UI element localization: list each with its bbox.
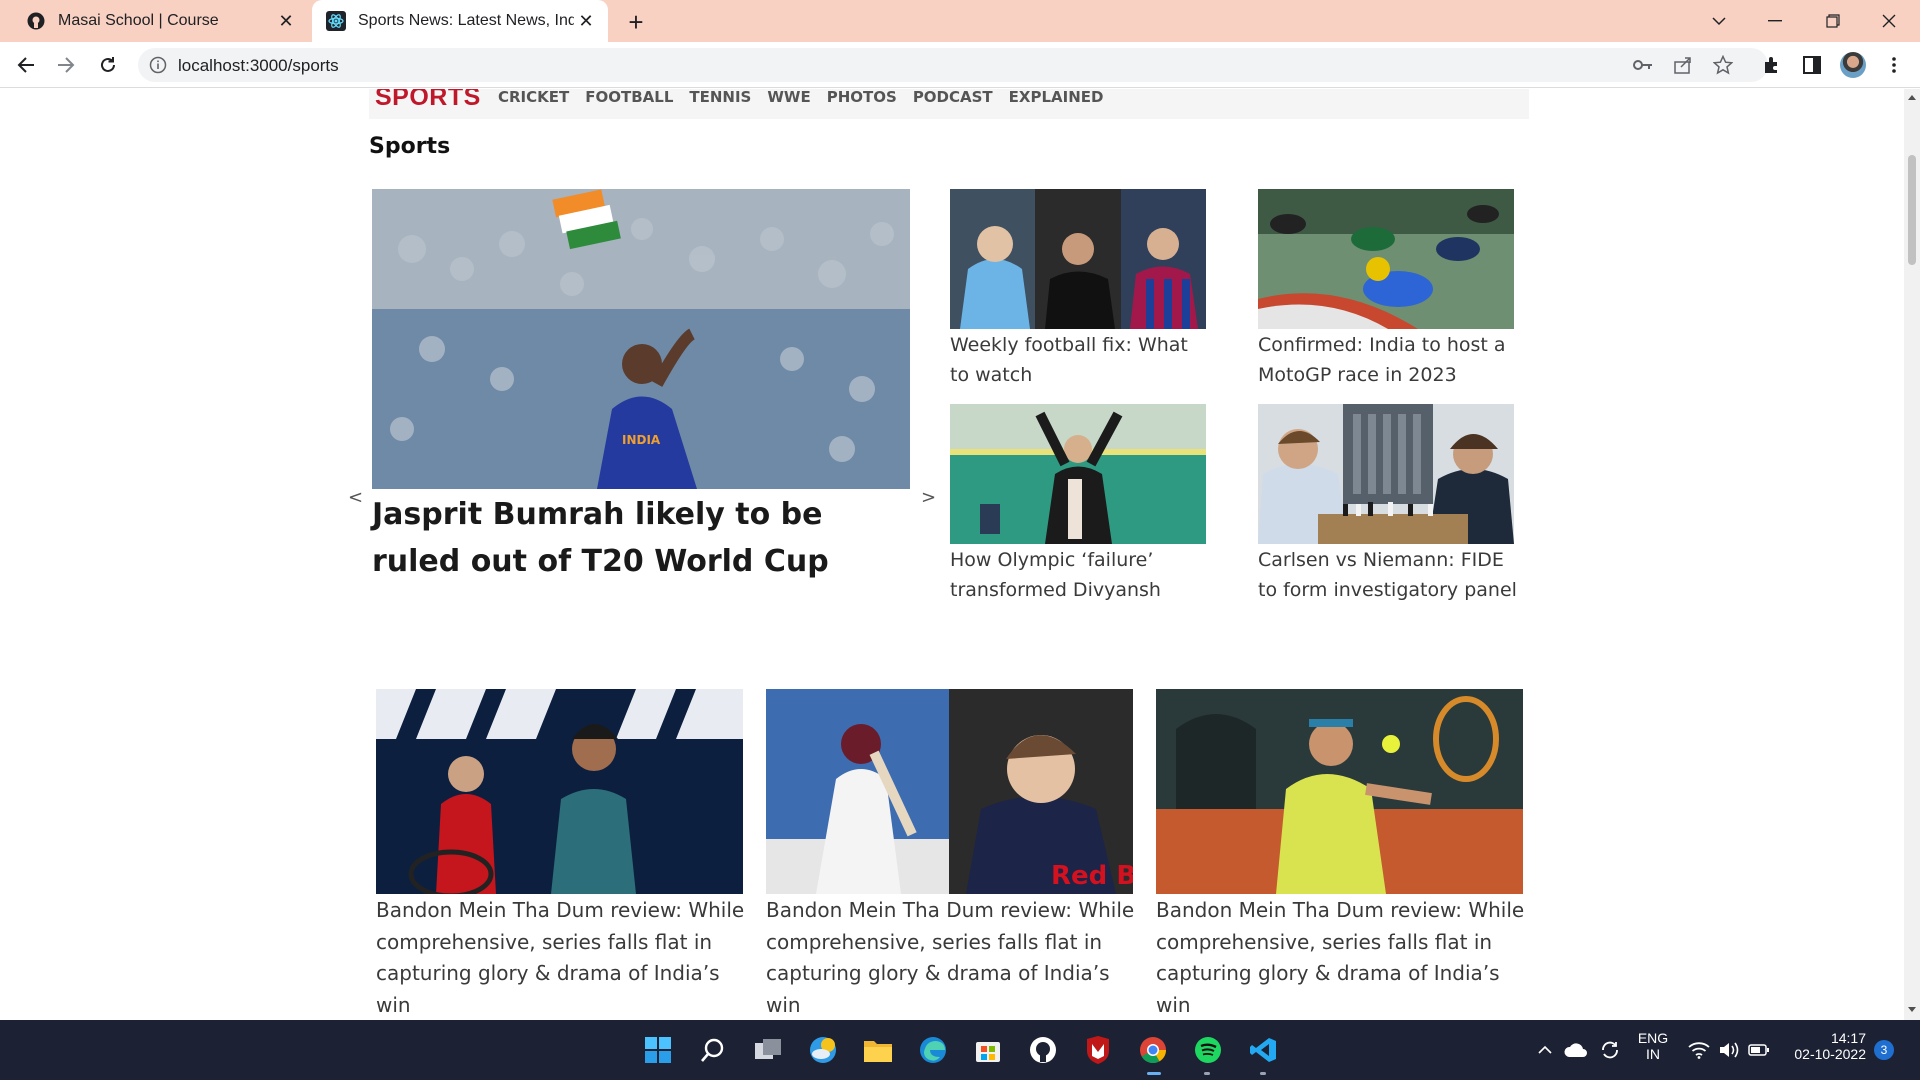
chrome-icon[interactable] [1135, 1032, 1171, 1068]
new-tab-button[interactable]: + [620, 7, 652, 37]
carousel-next-button[interactable]: > [921, 487, 936, 508]
back-icon[interactable] [10, 49, 42, 81]
nav-link-football[interactable]: FOOTBALL [585, 89, 673, 106]
edge-browser-icon[interactable] [915, 1032, 951, 1068]
section-heading: Sports [369, 134, 451, 159]
sync-icon[interactable] [1596, 1032, 1624, 1068]
github-icon [26, 11, 46, 31]
bottom-card-image-cricket-f1[interactable]: Red B [766, 689, 1133, 894]
tab-title: Sports News: Latest News, India N [358, 12, 574, 29]
react-icon [326, 11, 346, 31]
section-nav-links: CRICKET FOOTBALL TENNIS WWE PHOTOS PODCA… [498, 89, 1103, 106]
side-card-image-football[interactable] [950, 189, 1206, 329]
side-card-title[interactable]: Confirmed: India to host a MotoGP race i… [1258, 330, 1520, 390]
hero-headline[interactable]: Jasprit Bumrah likely to be ruled out of… [372, 491, 917, 585]
bookmark-star-icon[interactable] [1712, 54, 1734, 76]
bottom-card-title[interactable]: Bandon Mein Tha Dum review: While compre… [376, 895, 746, 1020]
tray-chevron-up-icon[interactable] [1532, 1032, 1558, 1068]
url-text: localhost:3000/sports [178, 56, 339, 75]
widgets-weather-icon[interactable] [805, 1032, 841, 1068]
side-card-title[interactable]: How Olympic ‘failure’ transformed Divyan… [950, 545, 1212, 605]
search-icon[interactable] [695, 1032, 731, 1068]
onedrive-cloud-icon[interactable] [1562, 1032, 1590, 1068]
language-indicator[interactable]: ENG IN [1628, 1030, 1678, 1062]
tab-masai-school[interactable]: Masai School | Course ✕ [12, 0, 308, 42]
running-app-indicator [1260, 1072, 1266, 1075]
clock-date: 02-10-2022 [1794, 1046, 1866, 1062]
microsoft-store-icon[interactable] [970, 1032, 1006, 1068]
tab-title: Masai School | Course [58, 12, 219, 29]
github-desktop-icon[interactable] [1025, 1032, 1061, 1068]
nav-link-wwe[interactable]: WWE [767, 89, 810, 106]
side-card-title[interactable]: Weekly football fix: What to watch [950, 330, 1212, 390]
extensions-icon[interactable] [1760, 53, 1784, 77]
key-icon[interactable] [1632, 54, 1654, 76]
file-explorer-icon[interactable] [860, 1032, 896, 1068]
scrollbar-thumb[interactable] [1908, 155, 1916, 265]
browser-toolbar: localhost:3000/sports [0, 42, 1920, 88]
close-icon[interactable]: ✕ [274, 9, 298, 33]
profile-avatar[interactable] [1840, 52, 1866, 78]
site-info-icon[interactable] [148, 55, 168, 75]
nav-link-photos[interactable]: PHOTOS [827, 89, 897, 106]
bottom-card-title[interactable]: Bandon Mein Tha Dum review: While compre… [1156, 895, 1526, 1020]
spotify-icon[interactable] [1190, 1032, 1226, 1068]
reload-icon[interactable] [92, 49, 124, 81]
tab-search-chevron-icon[interactable] [1692, 0, 1746, 42]
nav-link-cricket[interactable]: CRICKET [498, 89, 569, 106]
sports-brand-logo[interactable]: SPORTS [375, 89, 481, 112]
windows-start-icon[interactable] [640, 1032, 676, 1068]
running-app-indicator [1204, 1072, 1210, 1075]
scroll-up-arrow-icon[interactable] [1908, 95, 1916, 100]
notification-count-badge[interactable]: 3 [1874, 1040, 1894, 1060]
volume-icon[interactable] [1714, 1032, 1744, 1068]
hero-image[interactable]: INDIA [372, 189, 910, 489]
nav-link-tennis[interactable]: TENNIS [689, 89, 751, 106]
nav-link-podcast[interactable]: PODCAST [913, 89, 993, 106]
share-icon[interactable] [1672, 54, 1694, 76]
clock-time: 14:17 [1830, 1030, 1866, 1046]
mcafee-shield-icon[interactable] [1080, 1032, 1116, 1068]
window-close-icon[interactable] [1862, 0, 1916, 42]
browser-tab-strip: Masai School | Course ✕ Sports News: Lat… [0, 0, 1920, 42]
side-card-image-shooting[interactable] [950, 404, 1206, 544]
active-app-indicator [1147, 1072, 1161, 1075]
battery-icon[interactable] [1744, 1032, 1774, 1068]
section-navbar: SPORTS CRICKET FOOTBALL TENNIS WWE PHOTO… [369, 89, 1529, 119]
side-card-title[interactable]: Carlsen vs Niemann: FIDE to form investi… [1258, 545, 1520, 605]
scroll-down-arrow-icon[interactable] [1908, 1007, 1916, 1012]
bottom-card-title[interactable]: Bandon Mein Tha Dum review: While compre… [766, 895, 1136, 1020]
svg-text:Red B: Red B [1051, 861, 1133, 891]
page-scrollbar[interactable] [1904, 89, 1920, 1020]
address-bar[interactable]: localhost:3000/sports [138, 48, 1768, 82]
side-card-image-motogp[interactable] [1258, 189, 1514, 329]
page-viewport: SPORTS CRICKET FOOTBALL TENNIS WWE PHOTO… [0, 89, 1904, 1020]
nav-link-explained[interactable]: EXPLAINED [1009, 89, 1104, 106]
restore-icon[interactable] [1806, 0, 1860, 42]
carousel-prev-button[interactable]: < [348, 487, 363, 508]
bottom-card-image-tennis-osaka[interactable] [376, 689, 743, 894]
close-icon[interactable]: ✕ [574, 9, 598, 33]
region-code: IN [1646, 1046, 1660, 1062]
side-panel-icon[interactable] [1800, 53, 1824, 77]
task-view-icon[interactable] [750, 1032, 786, 1068]
svg-text:INDIA: INDIA [622, 433, 661, 447]
windows-taskbar: ENG IN 14:17 02-10-2022 [0, 1020, 1920, 1080]
bottom-card-image-tennis-nadal[interactable] [1156, 689, 1523, 894]
wifi-icon[interactable] [1684, 1032, 1714, 1068]
tab-sports-news[interactable]: Sports News: Latest News, India N ✕ [312, 0, 608, 42]
clock[interactable]: 14:17 02-10-2022 [1782, 1030, 1866, 1062]
minimize-icon[interactable] [1748, 0, 1802, 42]
more-menu-icon[interactable] [1882, 53, 1906, 77]
forward-icon[interactable] [50, 49, 82, 81]
side-card-image-chess[interactable] [1258, 404, 1514, 544]
vscode-icon[interactable] [1245, 1032, 1281, 1068]
language-code: ENG [1637, 1030, 1669, 1046]
